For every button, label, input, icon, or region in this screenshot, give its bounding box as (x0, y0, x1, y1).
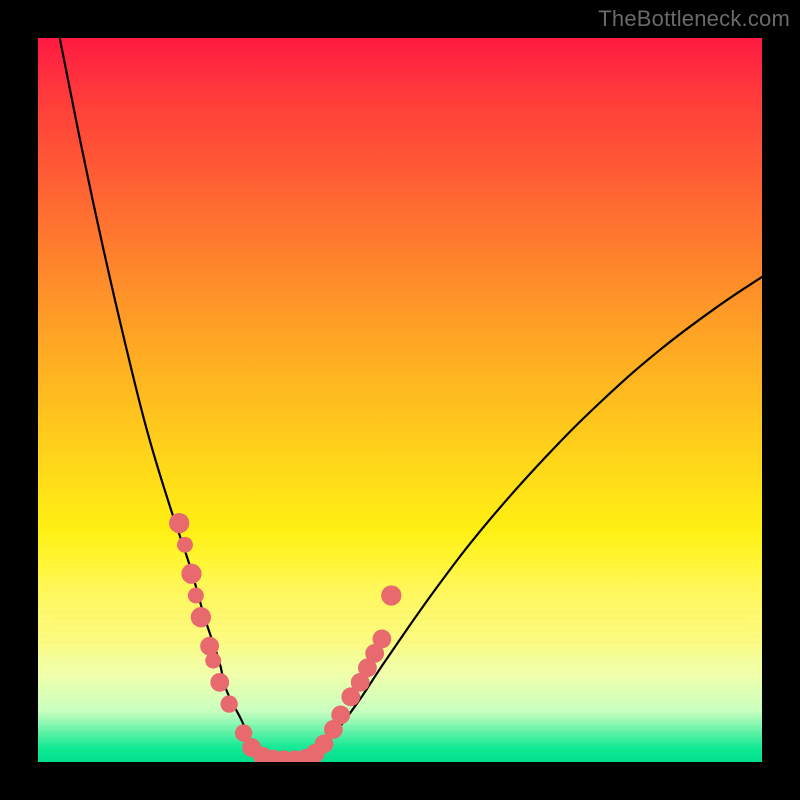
curve-marker (331, 706, 350, 725)
curve-marker (210, 673, 229, 692)
curve-marker (188, 588, 204, 604)
curve-marker (205, 653, 221, 669)
curve-marker (169, 513, 189, 533)
curve-marker (191, 607, 211, 627)
chart-svg (38, 38, 762, 762)
bottleneck-curve (60, 38, 762, 762)
curve-marker (220, 695, 237, 712)
curve-marker (181, 564, 201, 584)
curve-marker (200, 637, 219, 656)
curve-markers (169, 513, 401, 762)
curve-marker (177, 537, 193, 553)
watermark-text: TheBottleneck.com (598, 6, 790, 32)
plot-frame (38, 38, 762, 762)
curve-marker (372, 630, 391, 649)
curve-marker (381, 585, 401, 605)
